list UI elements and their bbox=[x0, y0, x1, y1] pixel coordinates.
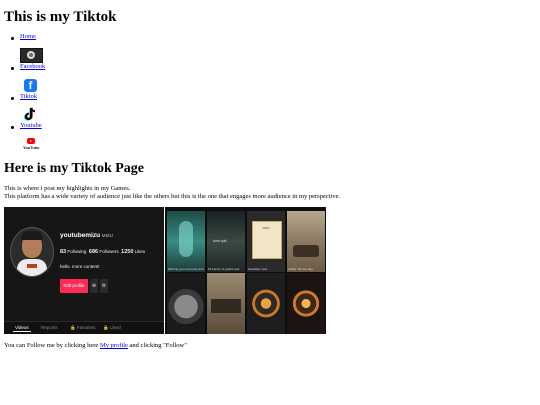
profile-username: youtubemizu MIZU bbox=[60, 232, 113, 239]
video-thumbnail: Lobby: 4th ser-day bbox=[287, 211, 325, 272]
intro-line-2: This platform has a wide variety of audi… bbox=[4, 193, 341, 200]
tiktok-logo-icon[interactable] bbox=[22, 107, 38, 122]
nav-link-home[interactable]: Home bbox=[20, 33, 36, 40]
nav-link-youtube[interactable]: Youtube bbox=[20, 122, 42, 129]
share-icon: ⊕ bbox=[90, 279, 98, 293]
profile-stats: 83 Following 686 Followers 1250 Likes bbox=[60, 249, 146, 255]
nav-link-facebook[interactable]: Facebook bbox=[20, 63, 45, 70]
profile-avatar bbox=[10, 227, 54, 277]
edit-profile-button: Edit profile bbox=[60, 279, 88, 293]
intro-line-1: This is where i post my highlights in my… bbox=[4, 185, 131, 192]
video-thumbnail: MOD Guardian mod bbox=[247, 211, 285, 272]
profile-tabs: Videos Reposts 🔒 Favorites 🔒 Liked bbox=[4, 321, 164, 334]
settings-icon: ⚙ bbox=[100, 279, 108, 293]
video-thumbnail bbox=[287, 273, 325, 334]
youtube-logo-icon[interactable]: YouTube bbox=[23, 137, 40, 152]
video-thumbnail: Missing your accounts and bbox=[167, 211, 205, 272]
intro-paragraph: This is where i post my highlights in my… bbox=[4, 185, 340, 201]
profile-display-name: MIZU bbox=[101, 233, 113, 238]
video-thumbnail bbox=[247, 273, 285, 334]
photo-thumbnail-icon[interactable] bbox=[20, 48, 43, 63]
list-bullet bbox=[11, 67, 14, 70]
video-thumbnail: dont quit Mi Factor vs yellow and bbox=[207, 211, 245, 272]
list-bullet bbox=[11, 97, 14, 100]
tab-liked: 🔒 Liked bbox=[103, 325, 121, 330]
tab-reposts: Reposts bbox=[41, 325, 58, 330]
facebook-logo-icon[interactable]: f bbox=[24, 79, 37, 92]
list-bullet bbox=[11, 37, 14, 40]
profile-bio: hello. more content! bbox=[60, 264, 100, 269]
follow-instruction: You can Follow me by clicking here My pr… bbox=[4, 342, 187, 349]
tab-videos: Videos bbox=[15, 325, 29, 330]
nav-link-tiktok[interactable]: Tiktok bbox=[20, 93, 37, 100]
tab-favorites: 🔒 Favorites bbox=[70, 325, 96, 330]
video-thumbnail bbox=[207, 273, 245, 334]
my-profile-link[interactable]: My profile bbox=[100, 342, 128, 349]
list-bullet bbox=[11, 126, 14, 129]
tiktok-profile-screenshot: youtubemizu MIZU 83 Following 686 Follow… bbox=[4, 207, 164, 334]
tiktok-video-grid: Missing your accounts and dont quit Mi F… bbox=[165, 207, 326, 334]
video-thumbnail bbox=[167, 273, 205, 334]
page-heading: Here is my Tiktok Page bbox=[4, 161, 144, 176]
page-title: This is my Tiktok bbox=[4, 9, 117, 25]
youtube-wordmark: YouTube bbox=[23, 145, 40, 150]
